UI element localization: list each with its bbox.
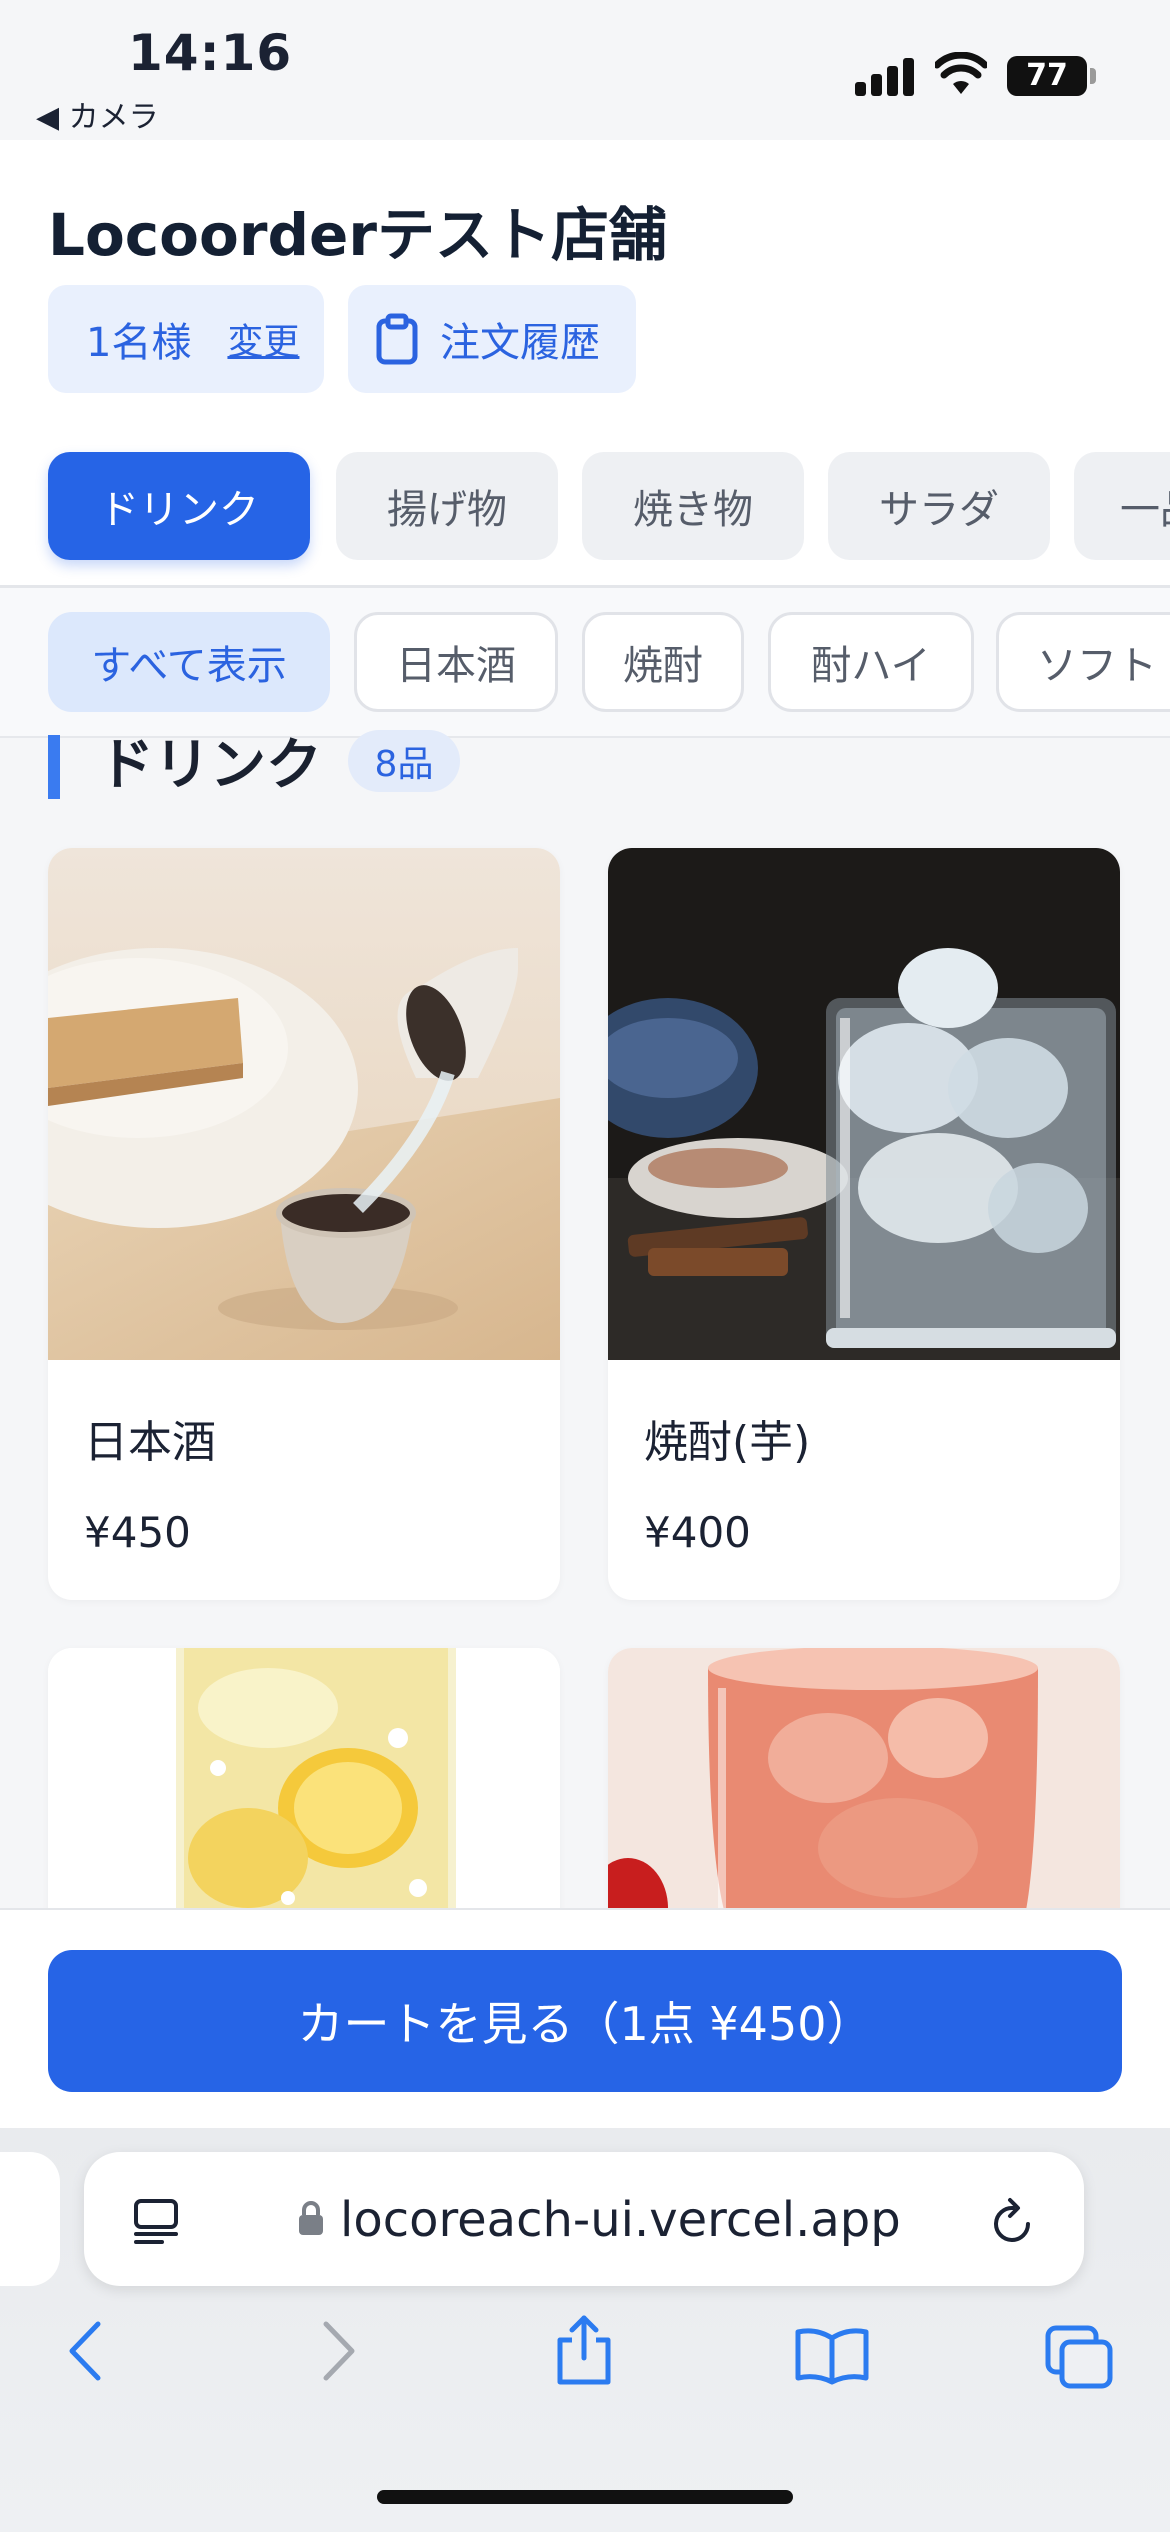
menu-item-price: ¥450 [84, 1508, 191, 1557]
cellular-signal-icon [855, 58, 915, 96]
wifi-icon [935, 52, 987, 94]
reload-icon[interactable] [990, 2196, 1036, 2246]
menu-item-card[interactable] [48, 1648, 560, 1948]
tab-grilled[interactable]: 焼き物 [582, 452, 804, 560]
subtab-shochu[interactable]: 焼酎 [582, 612, 744, 712]
red-drink-image [608, 1648, 1120, 1948]
section-title: ドリンク [98, 733, 322, 798]
tab-fried[interactable]: 揚げ物 [336, 452, 558, 560]
lemon-chuhai-image [48, 1648, 560, 1948]
subtab-chuhai[interactable]: 酎ハイ [768, 612, 974, 712]
forward-icon [323, 2321, 355, 2381]
tab-salad[interactable]: サラダ [828, 452, 1050, 560]
menu-item-card[interactable]: 焼酎(芋) ¥400 [608, 848, 1120, 1600]
clipboard-icon [376, 313, 418, 365]
battery-icon: 77 [1007, 56, 1087, 96]
view-cart-button[interactable]: カートを見る（1点 ¥450） [48, 1950, 1122, 2092]
url-text[interactable]: locoreach-ui.vercel.app [340, 2192, 901, 2248]
home-indicator [377, 2490, 793, 2504]
menu-item-name: 日本酒 [84, 1417, 216, 1468]
menu-item-card[interactable]: 日本酒 ¥450 [48, 848, 560, 1600]
tab-drink[interactable]: ドリンク [48, 452, 310, 560]
change-guests-link[interactable]: 変更 [227, 313, 299, 365]
shop-title: Locoorderテスト店舗 [48, 201, 667, 269]
order-history-label: 注文履歴 [440, 320, 600, 366]
battery-tip [1090, 68, 1096, 84]
status-time: 14:16 [128, 24, 293, 82]
menu-item-name: 焼酎(芋) [644, 1417, 811, 1468]
back-to-app-link[interactable]: ◀ カメラ [36, 92, 159, 136]
share-icon[interactable] [552, 2314, 616, 2386]
subtab-all[interactable]: すべて表示 [48, 612, 330, 712]
section-count-badge: 8品 [348, 730, 460, 792]
subtab-soft[interactable]: ソフト [996, 612, 1170, 712]
menu-item-card[interactable] [608, 1648, 1120, 1948]
guest-count-chip: 1名様 変更 [48, 285, 324, 393]
lock-icon [299, 2201, 323, 2235]
tab-side-dish[interactable]: 一品 [1074, 452, 1170, 560]
back-icon[interactable] [66, 2320, 106, 2382]
tabs-icon[interactable] [1044, 2324, 1114, 2390]
order-history-button[interactable]: 注文履歴 [348, 285, 636, 393]
menu-item-price: ¥400 [644, 1508, 751, 1557]
sake-image [48, 848, 560, 1360]
page-menu-icon[interactable] [132, 2198, 180, 2244]
guest-count: 1名様 [86, 320, 192, 366]
section-accent-bar [48, 735, 60, 799]
shochu-image [608, 848, 1120, 1360]
bookmarks-icon[interactable] [794, 2326, 870, 2386]
previous-tab[interactable] [0, 2152, 60, 2286]
subtab-sake[interactable]: 日本酒 [354, 612, 558, 712]
